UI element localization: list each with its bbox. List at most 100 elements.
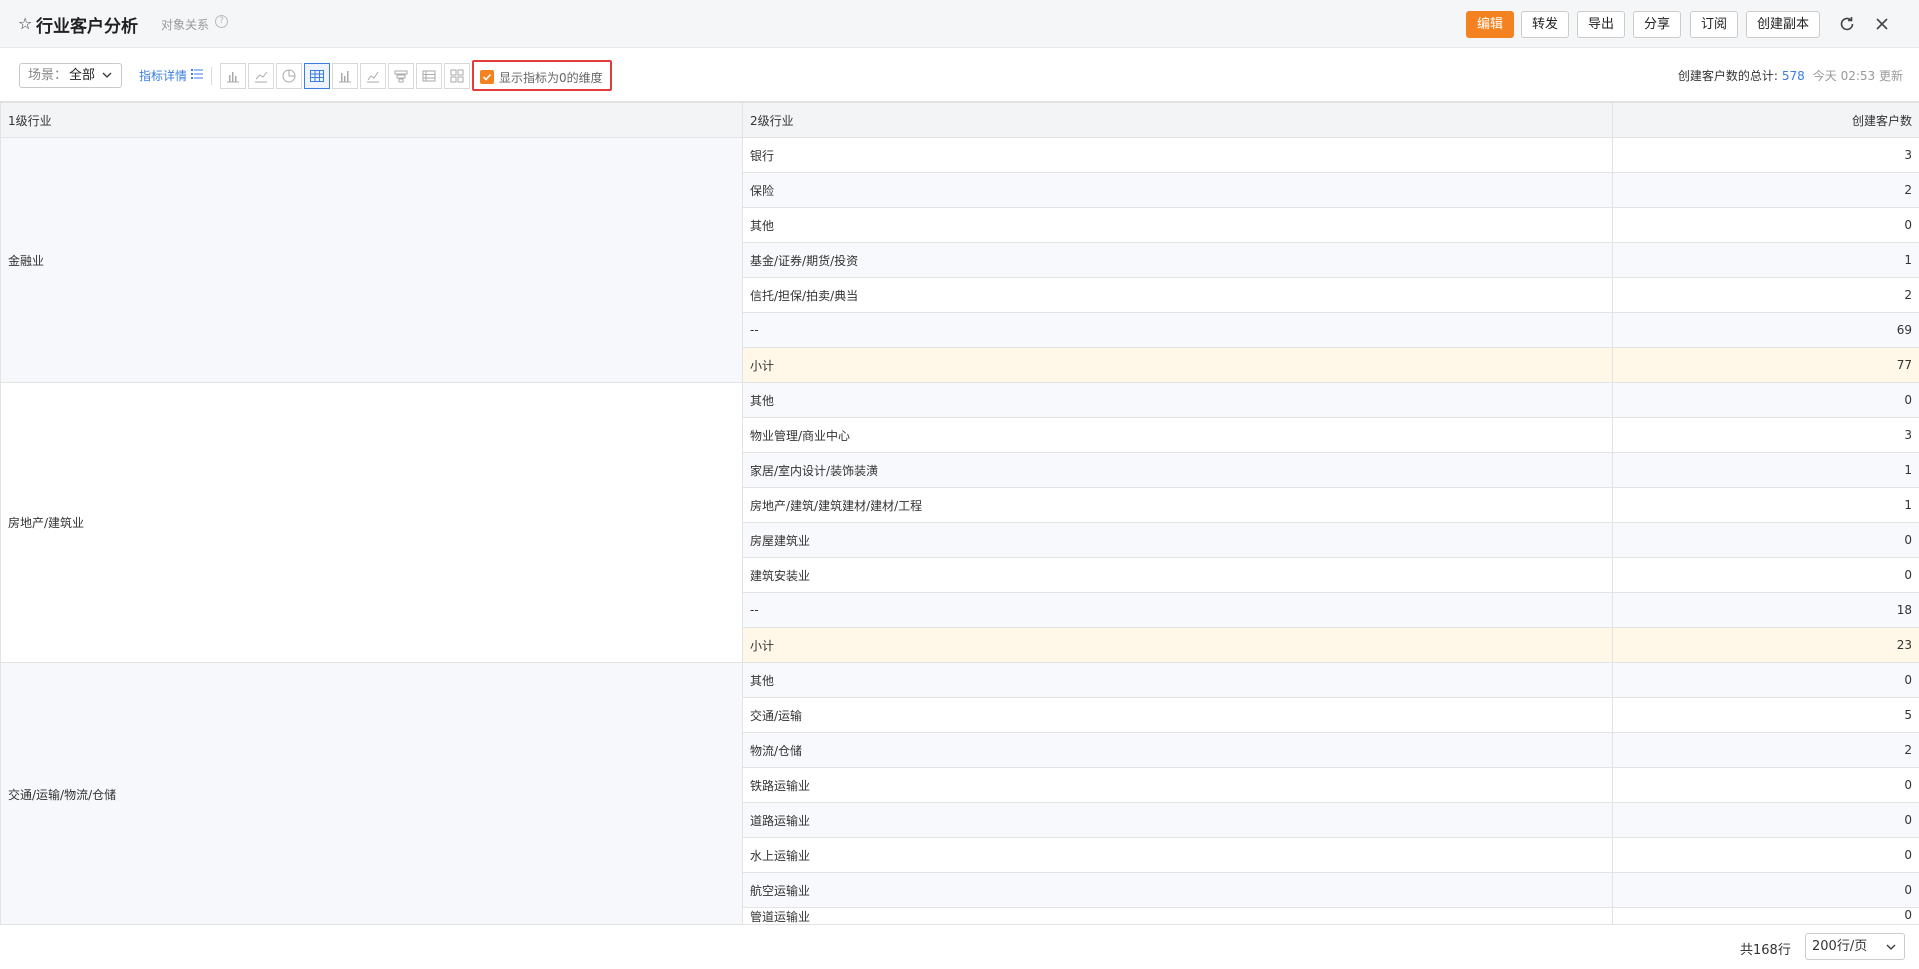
- close-icon[interactable]: [1872, 14, 1892, 34]
- customer-count-cell: 0: [1612, 522, 1919, 558]
- customer-count-cell: 0: [1612, 802, 1919, 838]
- share-button[interactable]: 分享: [1633, 11, 1681, 38]
- level2-industry-cell: 其他: [742, 662, 1613, 698]
- column-chart-icon[interactable]: [332, 63, 358, 89]
- chevron-down-icon: [102, 72, 112, 78]
- pie-chart-icon[interactable]: [276, 63, 302, 89]
- level2-industry-cell: --: [742, 592, 1613, 628]
- chevron-down-icon: [1886, 944, 1896, 950]
- level2-industry-cell: 其他: [742, 382, 1613, 418]
- list-table-icon[interactable]: [416, 63, 442, 89]
- level2-industry-cell: 房屋建筑业: [742, 522, 1613, 558]
- report-header: ☆ 行业客户分析 对象关系 ? 编辑 转发 导出 分享 订阅 创建副本: [0, 0, 1919, 48]
- total-value: 578: [1781, 69, 1805, 83]
- update-time: 今天 02:53 更新: [1812, 69, 1903, 83]
- level2-industry-cell: 铁路运输业: [742, 767, 1613, 803]
- level2-industry-cell: 建筑安装业: [742, 557, 1613, 593]
- refresh-icon[interactable]: [1837, 14, 1857, 34]
- table-row: 交通/运输/物流/仓储 其他 0: [0, 662, 1919, 924]
- scene-value: 全部: [69, 68, 96, 83]
- level2-industry-cell: 交通/运输: [742, 697, 1613, 733]
- column-header-count[interactable]: 创建客户数: [1612, 102, 1919, 138]
- customer-count-cell: 2: [1612, 172, 1919, 208]
- level2-industry-cell: 保险: [742, 172, 1613, 208]
- summary-stats: 创建客户数的总计: 578 今天 02:53 更新: [1678, 67, 1903, 84]
- page-size-value: 200行/页: [1812, 939, 1868, 954]
- object-relation-link[interactable]: 对象关系: [161, 16, 209, 33]
- column-header-level1[interactable]: 1级行业: [0, 102, 743, 138]
- level2-industry-cell: 道路运输业: [742, 802, 1613, 838]
- report-table-container: 1级行业 2级行业 创建客户数 金融业 银行 3 保险 2 其他 0 基金/证券/期货/投资 1…: [0, 102, 1919, 924]
- show-zero-dimensions-toggle[interactable]: 显示指标为0的维度: [472, 60, 612, 91]
- customer-count-cell: 1: [1612, 487, 1919, 523]
- level2-industry-cell: 其他: [742, 207, 1613, 243]
- table-body: 金融业 银行 3 保险 2 其他 0 基金/证券/期货/投资 1 信托/担保/拍卖/典当 2 -- 69…: [0, 137, 1919, 924]
- level2-industry-cell: 房地产/建筑/建筑建材/建材/工程: [742, 487, 1613, 523]
- customer-count-cell: 77: [1612, 347, 1919, 383]
- customer-count-cell: 2: [1612, 277, 1919, 313]
- level1-industry-cell: 交通/运输/物流/仓储: [0, 662, 743, 924]
- table-row: 金融业 银行 3: [0, 137, 1919, 383]
- level2-industry-cell: 水上运输业: [742, 837, 1613, 873]
- pagination-bar: 共168行 200行/页: [0, 924, 1919, 969]
- column-header-level2[interactable]: 2级行业: [742, 102, 1613, 138]
- customer-count-cell: 0: [1612, 207, 1919, 243]
- checkbox-checked-icon[interactable]: [480, 70, 494, 84]
- customer-count-cell: 0: [1612, 872, 1919, 908]
- list-icon[interactable]: [191, 68, 203, 80]
- level2-industry-cell: 基金/证券/期货/投资: [742, 242, 1613, 278]
- export-button[interactable]: 导出: [1577, 11, 1625, 38]
- customer-count-cell: 5: [1612, 697, 1919, 733]
- level1-industry-cell: 房地产/建筑业: [0, 382, 743, 663]
- line-chart-icon[interactable]: [248, 63, 274, 89]
- report-table: 1级行业 2级行业 创建客户数 金融业 银行 3 保险 2 其他 0 基金/证券/期货/投资 1…: [0, 102, 1919, 924]
- bar-chart-icon[interactable]: [220, 63, 246, 89]
- customer-count-cell: 0: [1612, 557, 1919, 593]
- level2-industry-cell: 小计: [742, 347, 1613, 383]
- customer-count-cell: 1: [1612, 242, 1919, 278]
- forward-button[interactable]: 转发: [1521, 11, 1569, 38]
- subscribe-button[interactable]: 订阅: [1690, 11, 1738, 38]
- report-toolbar: 场景： 全部 指标详情 显示指标为0的维度 创建客户数的总计: 578 今天 0…: [0, 49, 1919, 102]
- level1-industry-cell: 金融业: [0, 137, 743, 383]
- customer-count-cell: 3: [1612, 417, 1919, 453]
- funnel-icon[interactable]: [388, 63, 414, 89]
- customer-count-cell: 0: [1612, 767, 1919, 803]
- customer-count-cell: 2: [1612, 732, 1919, 768]
- customer-count-cell: 18: [1612, 592, 1919, 628]
- show-zero-dimensions-label: 显示指标为0的维度: [499, 71, 603, 85]
- card-grid-icon[interactable]: [444, 63, 470, 89]
- table-row: 房地产/建筑业 其他 0: [0, 382, 1919, 663]
- level2-industry-cell: 小计: [742, 627, 1613, 663]
- edit-button[interactable]: 编辑: [1466, 11, 1514, 38]
- favorite-star-icon[interactable]: ☆: [18, 14, 32, 33]
- total-rows-count: 共168行: [1740, 943, 1791, 958]
- customer-count-cell: 69: [1612, 312, 1919, 348]
- toolbar-divider: [211, 67, 212, 85]
- area-chart-icon[interactable]: [360, 63, 386, 89]
- level2-industry-cell: --: [742, 312, 1613, 348]
- page-size-select[interactable]: 200行/页: [1805, 933, 1905, 960]
- scene-select[interactable]: 场景： 全部: [19, 63, 122, 88]
- table-icon[interactable]: [304, 63, 330, 89]
- scene-label: 场景：: [28, 68, 68, 83]
- level2-industry-cell: 信托/担保/拍卖/典当: [742, 277, 1613, 313]
- customer-count-cell: 0: [1612, 907, 1919, 924]
- table-header-row: 1级行业 2级行业 创建客户数: [0, 102, 1919, 138]
- level2-industry-cell: 航空运输业: [742, 872, 1613, 908]
- page-title: 行业客户分析: [36, 17, 138, 37]
- level2-industry-cell: 管道运输业: [742, 907, 1613, 924]
- customer-count-cell: 0: [1612, 837, 1919, 873]
- total-label: 创建客户数的总计:: [1677, 69, 1778, 83]
- level2-industry-cell: 物流/仓储: [742, 732, 1613, 768]
- create-copy-button[interactable]: 创建副本: [1746, 11, 1820, 38]
- level2-industry-cell: 家居/室内设计/装饰装潢: [742, 452, 1613, 488]
- customer-count-cell: 23: [1612, 627, 1919, 663]
- customer-count-cell: 0: [1612, 662, 1919, 698]
- customer-count-cell: 3: [1612, 137, 1919, 173]
- help-icon[interactable]: ?: [215, 15, 228, 28]
- customer-count-cell: 0: [1612, 382, 1919, 418]
- level2-industry-cell: 银行: [742, 137, 1613, 173]
- customer-count-cell: 1: [1612, 452, 1919, 488]
- metric-details-link[interactable]: 指标详情: [139, 67, 187, 84]
